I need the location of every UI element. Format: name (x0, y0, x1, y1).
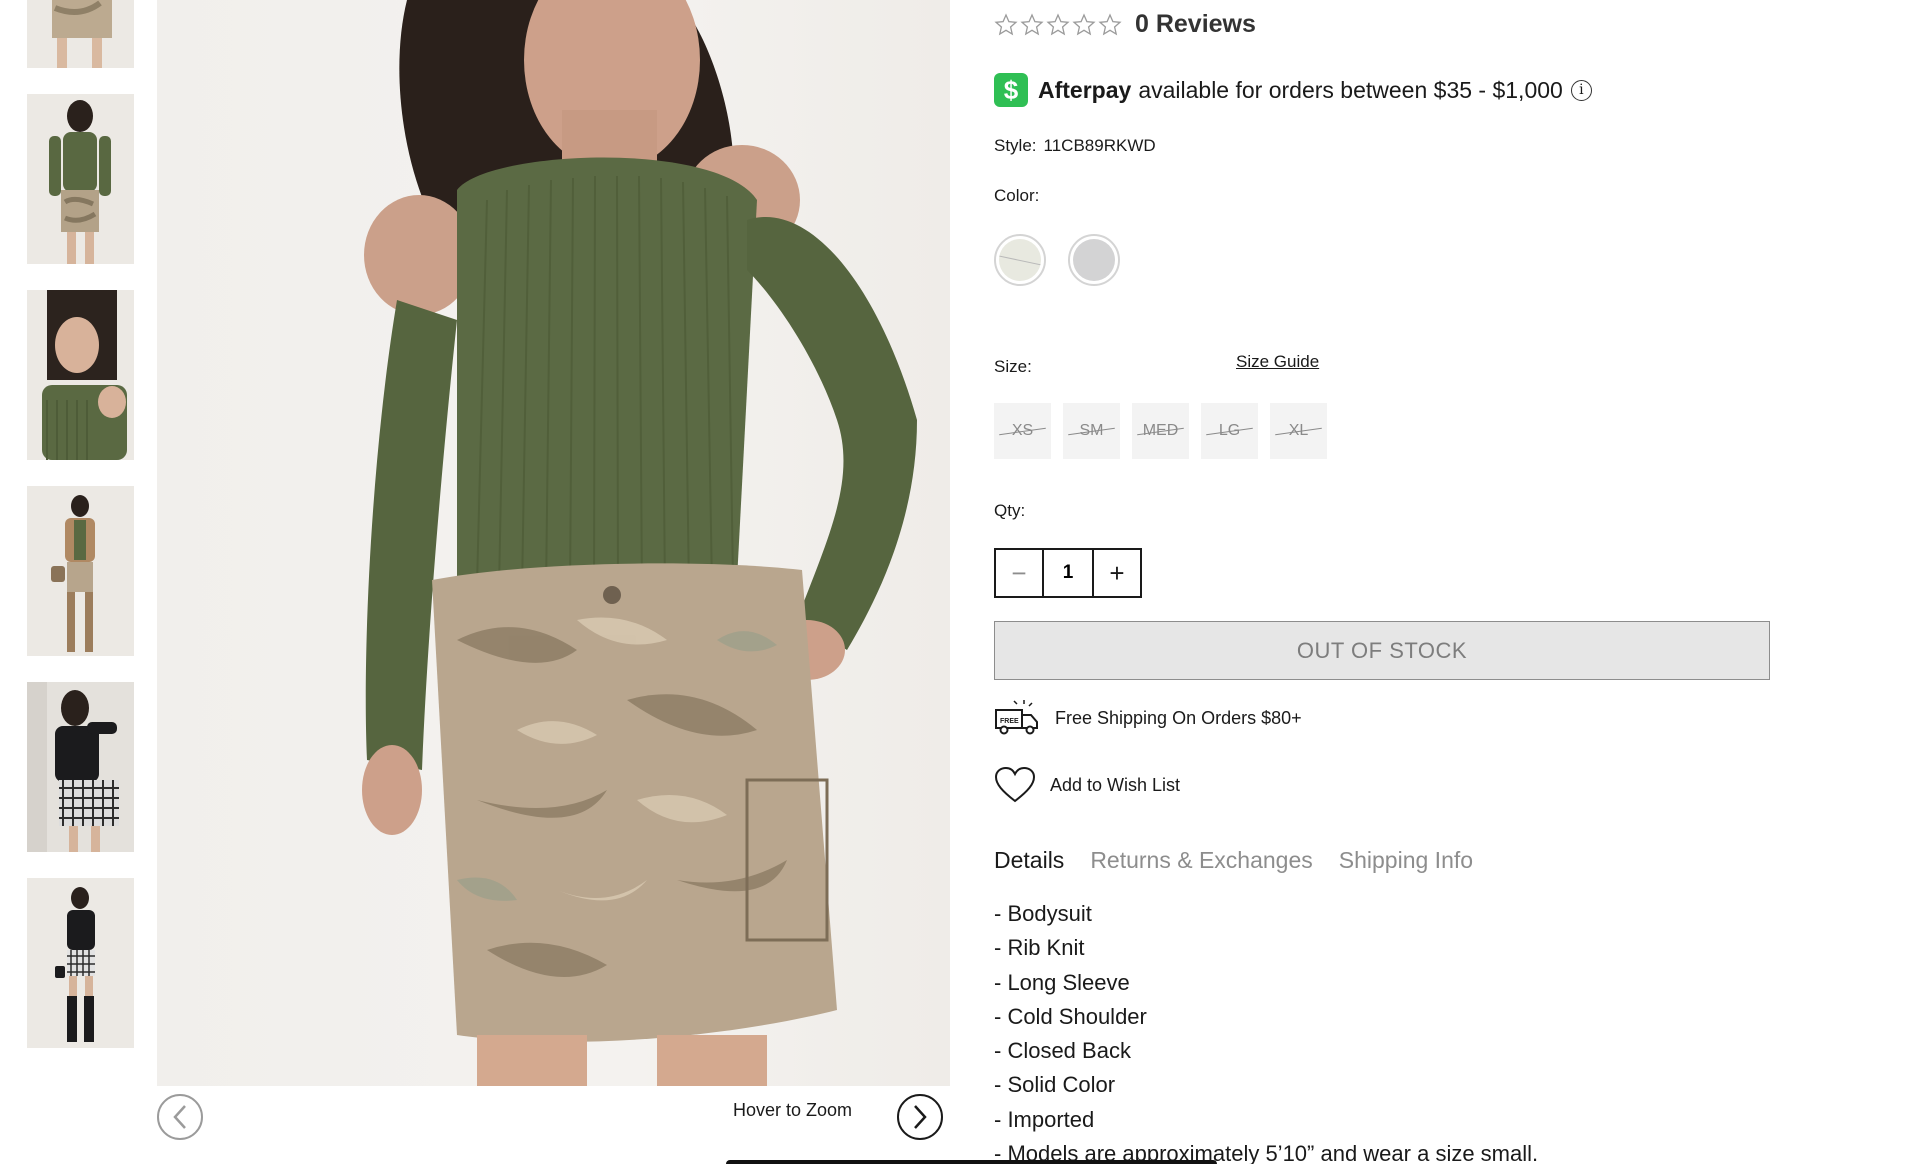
detail-item: - Bodysuit (994, 901, 1092, 926)
free-shipping-text: Free Shipping On Orders $80+ (1055, 707, 1302, 728)
thumbnail-2[interactable] (27, 94, 134, 264)
star-empty-icon (1046, 12, 1070, 35)
size-options: XS SM MED LG XL (994, 403, 1327, 459)
reviews-count-link[interactable]: 0 Reviews (1135, 10, 1256, 39)
style-label: Style: (994, 136, 1037, 155)
main-product-image[interactable] (157, 0, 950, 1086)
add-to-wishlist-button[interactable]: Add to Wish List (994, 766, 1180, 804)
info-icon[interactable]: i (1570, 79, 1592, 101)
out-of-stock-button[interactable]: OUT OF STOCK (994, 621, 1770, 680)
afterpay-banner: $ Afterpay available for orders between … (994, 73, 1592, 107)
thumbnail-5[interactable] (27, 682, 134, 852)
chevron-left-icon (173, 1105, 186, 1129)
color-swatch-cream[interactable] (994, 234, 1046, 286)
star-rating (994, 12, 1122, 37)
qty-increase-button[interactable]: + (1092, 550, 1140, 596)
chevron-right-icon (914, 1105, 927, 1129)
svg-text:FREE: FREE (1000, 718, 1019, 725)
qty-decrease-button[interactable]: − (996, 550, 1044, 596)
size-guide-link[interactable]: Size Guide (1236, 352, 1319, 372)
thumbnail-1[interactable] (27, 0, 134, 68)
size-option-xs[interactable]: XS (994, 403, 1051, 459)
size-label: Size: (994, 357, 1032, 376)
product-rating[interactable]: 0 Reviews (994, 10, 1256, 39)
afterpay-dollar-icon: $ (994, 73, 1028, 107)
afterpay-text: available for orders between $35 - $1,00… (1138, 76, 1563, 103)
product-details-list: - Bodysuit - Rib Knit - Long Sleeve - Co… (994, 897, 1538, 1164)
unavailable-slash (999, 254, 1041, 267)
star-empty-icon (1020, 12, 1044, 35)
tab-returns-exchanges[interactable]: Returns & Exchanges (1090, 847, 1312, 874)
product-info-tabs: Details Returns & Exchanges Shipping Inf… (994, 847, 1473, 874)
tab-details[interactable]: Details (994, 847, 1064, 874)
color-label: Color: (994, 186, 1040, 205)
thumbnail-4[interactable] (27, 486, 134, 656)
detail-item: - Imported (994, 1106, 1095, 1132)
swatch-fill (1073, 239, 1115, 281)
thumbnail-3[interactable] (27, 290, 134, 460)
hover-to-zoom-label: Hover to Zoom (732, 1100, 853, 1120)
detail-item: - Rib Knit (994, 935, 1085, 961)
detail-item: - Closed Back (994, 1038, 1131, 1064)
qty-input[interactable] (1044, 550, 1092, 596)
qty-label: Qty: (994, 501, 1026, 520)
star-empty-icon (1072, 12, 1096, 35)
home-indicator (726, 1160, 1217, 1164)
delivery-truck-icon: FREE (995, 700, 1038, 735)
size-option-sm[interactable]: SM (1063, 403, 1120, 459)
size-option-med[interactable]: MED (1132, 403, 1189, 459)
afterpay-brand: Afterpay (1038, 76, 1132, 103)
detail-item: - Solid Color (994, 1072, 1116, 1098)
size-option-lg[interactable]: LG (1201, 403, 1258, 459)
previous-image-button[interactable] (157, 1094, 203, 1140)
color-swatch-grey[interactable] (1068, 234, 1120, 286)
thumbnail-6[interactable] (27, 878, 134, 1048)
star-empty-icon (994, 12, 1018, 35)
tab-shipping-info[interactable]: Shipping Info (1339, 847, 1473, 874)
detail-item: - Cold Shoulder (994, 1003, 1147, 1029)
wishlist-text: Add to Wish List (1050, 774, 1181, 795)
next-image-button[interactable] (897, 1094, 943, 1140)
star-empty-icon (1098, 12, 1122, 35)
style-value: 11CB89RKWD (1043, 136, 1156, 155)
detail-item: - Long Sleeve (994, 969, 1130, 995)
quantity-stepper: − + (994, 548, 1142, 598)
size-option-xl[interactable]: XL (1270, 403, 1327, 459)
style-number: Style: 11CB89RKWD (994, 136, 1156, 156)
heart-icon (994, 766, 1036, 803)
swatch-fill (999, 239, 1041, 281)
free-shipping-notice: FREE Free Shipping On Orders $80+ (994, 698, 1302, 738)
